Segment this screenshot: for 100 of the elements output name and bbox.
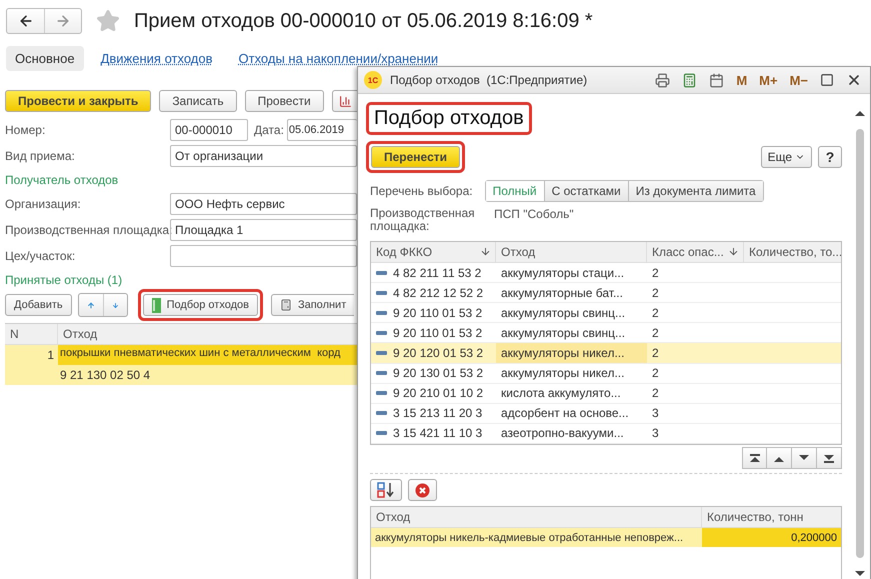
table-cell-text: 2 <box>651 385 660 402</box>
column-header[interactable]: N <box>5 324 58 344</box>
star-icon[interactable] <box>96 9 120 33</box>
field-label: Номер: <box>5 123 46 137</box>
to-last-icon <box>823 454 835 462</box>
toolbar-button[interactable]: Записать <box>159 90 237 112</box>
last-button[interactable] <box>817 447 842 469</box>
add-button[interactable]: Добавить <box>5 294 72 316</box>
input-field[interactable] <box>170 245 357 267</box>
field-label: Организация: <box>5 197 82 211</box>
table-row[interactable]: 9 20 120 01 53 2 аккумуляторы никел... 2 <box>371 343 841 364</box>
item-icon <box>376 371 387 376</box>
table-cell-text: 2 <box>651 284 660 302</box>
calculator-icon <box>280 299 292 311</box>
group-title: Получатель отходов <box>5 172 120 189</box>
item-icon <box>376 310 387 315</box>
close-icon <box>846 72 862 88</box>
table-cell-text: аккумуляторы свинц... <box>500 324 626 342</box>
code-text: 9 20 130 01 53 2 <box>393 366 484 380</box>
tab[interactable]: Движения отходов <box>92 46 222 70</box>
first-button[interactable] <box>742 447 767 469</box>
code-text: 4 82 211 11 53 2 <box>393 266 482 280</box>
column-header[interactable]: Отход <box>496 242 647 262</box>
document-title: Прием отходов 00-000010 от 05.06.2019 8:16:09 * <box>134 10 593 32</box>
column-header[interactable]: Код ФККО <box>371 242 496 262</box>
field-label: Производственная площадка: <box>370 207 476 233</box>
column-header[interactable]: Класс опас... <box>647 242 744 262</box>
memory-button[interactable]: M− <box>788 72 810 88</box>
code-text: 9 20 210 01 10 2 <box>393 386 484 400</box>
receipt-type-field[interactable]: От организации <box>170 145 357 167</box>
item-icon <box>376 391 387 396</box>
code-text: 3 15 213 11 20 3 <box>393 406 482 420</box>
delete-button[interactable] <box>408 479 437 501</box>
filter-option[interactable]: С остатками <box>544 181 628 201</box>
calendar-icon <box>709 72 724 88</box>
table-row[interactable]: 9 20 210 01 10 2 кислота аккумулято... 2 <box>371 384 841 404</box>
table-cell-text: аккумуляторы стаци... <box>500 264 626 282</box>
table-cell-text: 2 <box>651 324 660 342</box>
input-field[interactable]: Площадка 1 <box>170 219 357 241</box>
code-text: 3 15 421 11 10 3 <box>393 426 482 440</box>
app-logo: 1С <box>364 71 382 89</box>
code-text: 9 20 110 01 53 2 <box>393 306 482 320</box>
item-icon <box>376 330 387 335</box>
dialog-heading: Подбор отходов <box>366 102 532 135</box>
print-button[interactable] <box>653 72 672 88</box>
up-button[interactable] <box>767 447 792 469</box>
table-cell-text: 1 <box>46 347 55 364</box>
table-cell-text: адсорбент на основе... <box>500 405 630 422</box>
filter-option[interactable]: Из документа лимита <box>628 181 763 201</box>
table-cell-text: 2 <box>651 344 660 362</box>
sort-button[interactable] <box>370 479 402 501</box>
number-field[interactable]: 00-000010 <box>170 119 248 141</box>
table-row[interactable]: 9 20 130 01 53 2 аккумуляторы никел... 2 <box>371 364 841 384</box>
site-value: ПСП "Соболь" <box>494 207 574 223</box>
code-text: 9 20 120 01 53 2 <box>393 346 484 360</box>
table-cell: покрышки пневматических шин с металлическим корд <box>58 345 357 365</box>
table-row[interactable]: 1 покрышки пневматических шин с металлическим корд 9 21 130 02 50 4 <box>5 345 357 385</box>
column-header[interactable]: Количество, то... <box>744 242 841 262</box>
memory-button[interactable]: M <box>734 72 750 88</box>
memory-button[interactable]: M+ <box>757 72 780 88</box>
scrollbar[interactable] <box>854 108 866 579</box>
delete-icon <box>415 482 430 498</box>
table-cell: 0,200000 <box>702 528 841 547</box>
tab[interactable]: Отходы на накоплении/хранении <box>230 46 448 70</box>
help-button[interactable]: ? <box>818 146 842 168</box>
fill-button[interactable]: Заполнит <box>270 294 354 316</box>
sort-az-icon <box>377 482 395 498</box>
table-cell-text: 2 <box>651 264 660 282</box>
list-icon <box>152 298 161 312</box>
input-field[interactable]: ООО Нефть сервис <box>170 193 357 215</box>
group-title: Принятые отходы (1) <box>5 272 124 289</box>
maximize-button[interactable] <box>818 73 836 87</box>
tab[interactable]: Основное <box>6 46 84 70</box>
code-text: 9 20 110 01 53 2 <box>393 326 482 340</box>
column-header[interactable]: Отход <box>371 507 702 527</box>
field-label: Производственная площадка: <box>5 223 170 237</box>
transfer-button[interactable]: Перенести <box>371 146 460 168</box>
code-text: 4 82 212 12 52 2 <box>393 286 484 300</box>
maximize-icon <box>820 73 834 87</box>
table-cell-text: 2 <box>651 304 660 322</box>
column-header[interactable]: Отход <box>58 324 357 344</box>
pick-waste-button[interactable]: Подбор отходов <box>142 294 258 316</box>
table-cell-text: 3 <box>651 425 660 442</box>
field-label: Вид приема: <box>5 149 76 163</box>
post-and-close-button[interactable]: Провести и закрыть <box>5 90 152 112</box>
chart-icon <box>338 94 352 108</box>
item-icon <box>376 350 387 355</box>
to-first-icon <box>748 454 760 462</box>
table-row[interactable]: аккумуляторы никель-кадмиевые отработанные неповреж... 0,200000 <box>371 528 841 547</box>
item-icon <box>376 411 387 416</box>
table-cell-text: 2 <box>651 365 660 382</box>
table-cell-text: азеотропно-вакууми... <box>500 425 625 442</box>
down-icon <box>798 454 810 462</box>
table-cell-text: кислота аккумулято... <box>500 385 622 402</box>
report-button[interactable] <box>332 90 357 112</box>
item-icon <box>376 431 387 436</box>
toolbar-button[interactable]: Провести <box>244 90 324 112</box>
column-header[interactable]: Количество, тонн <box>702 507 841 527</box>
more-button[interactable]: Еще <box>760 146 812 168</box>
down-button[interactable] <box>792 447 817 469</box>
